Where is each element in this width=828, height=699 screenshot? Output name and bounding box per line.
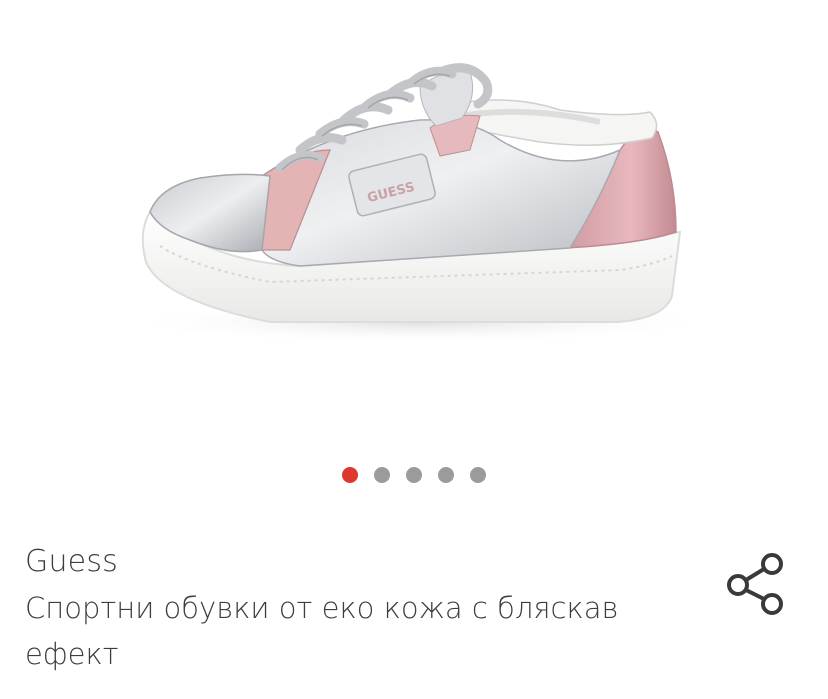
product-image[interactable]: GUESS bbox=[0, 0, 828, 440]
gallery-dot-4[interactable] bbox=[438, 467, 454, 483]
share-icon bbox=[727, 553, 783, 615]
product-image-gallery[interactable]: GUESS bbox=[0, 0, 828, 440]
product-brand[interactable]: Guess bbox=[25, 540, 685, 584]
gallery-dot-3[interactable] bbox=[406, 467, 422, 483]
product-page: GUESS Guess Спортни обувки от еко кожа с… bbox=[0, 0, 828, 699]
product-title: Спортни обувки от еко кожа с бляскав ефе… bbox=[25, 591, 619, 671]
gallery-pagination bbox=[0, 467, 828, 485]
share-button[interactable] bbox=[724, 551, 788, 617]
gallery-dot-2[interactable] bbox=[374, 467, 390, 483]
gallery-dot-5[interactable] bbox=[470, 467, 486, 483]
product-info: Guess Спортни обувки от еко кожа с бляск… bbox=[25, 540, 685, 677]
gallery-dot-1[interactable] bbox=[342, 467, 358, 483]
